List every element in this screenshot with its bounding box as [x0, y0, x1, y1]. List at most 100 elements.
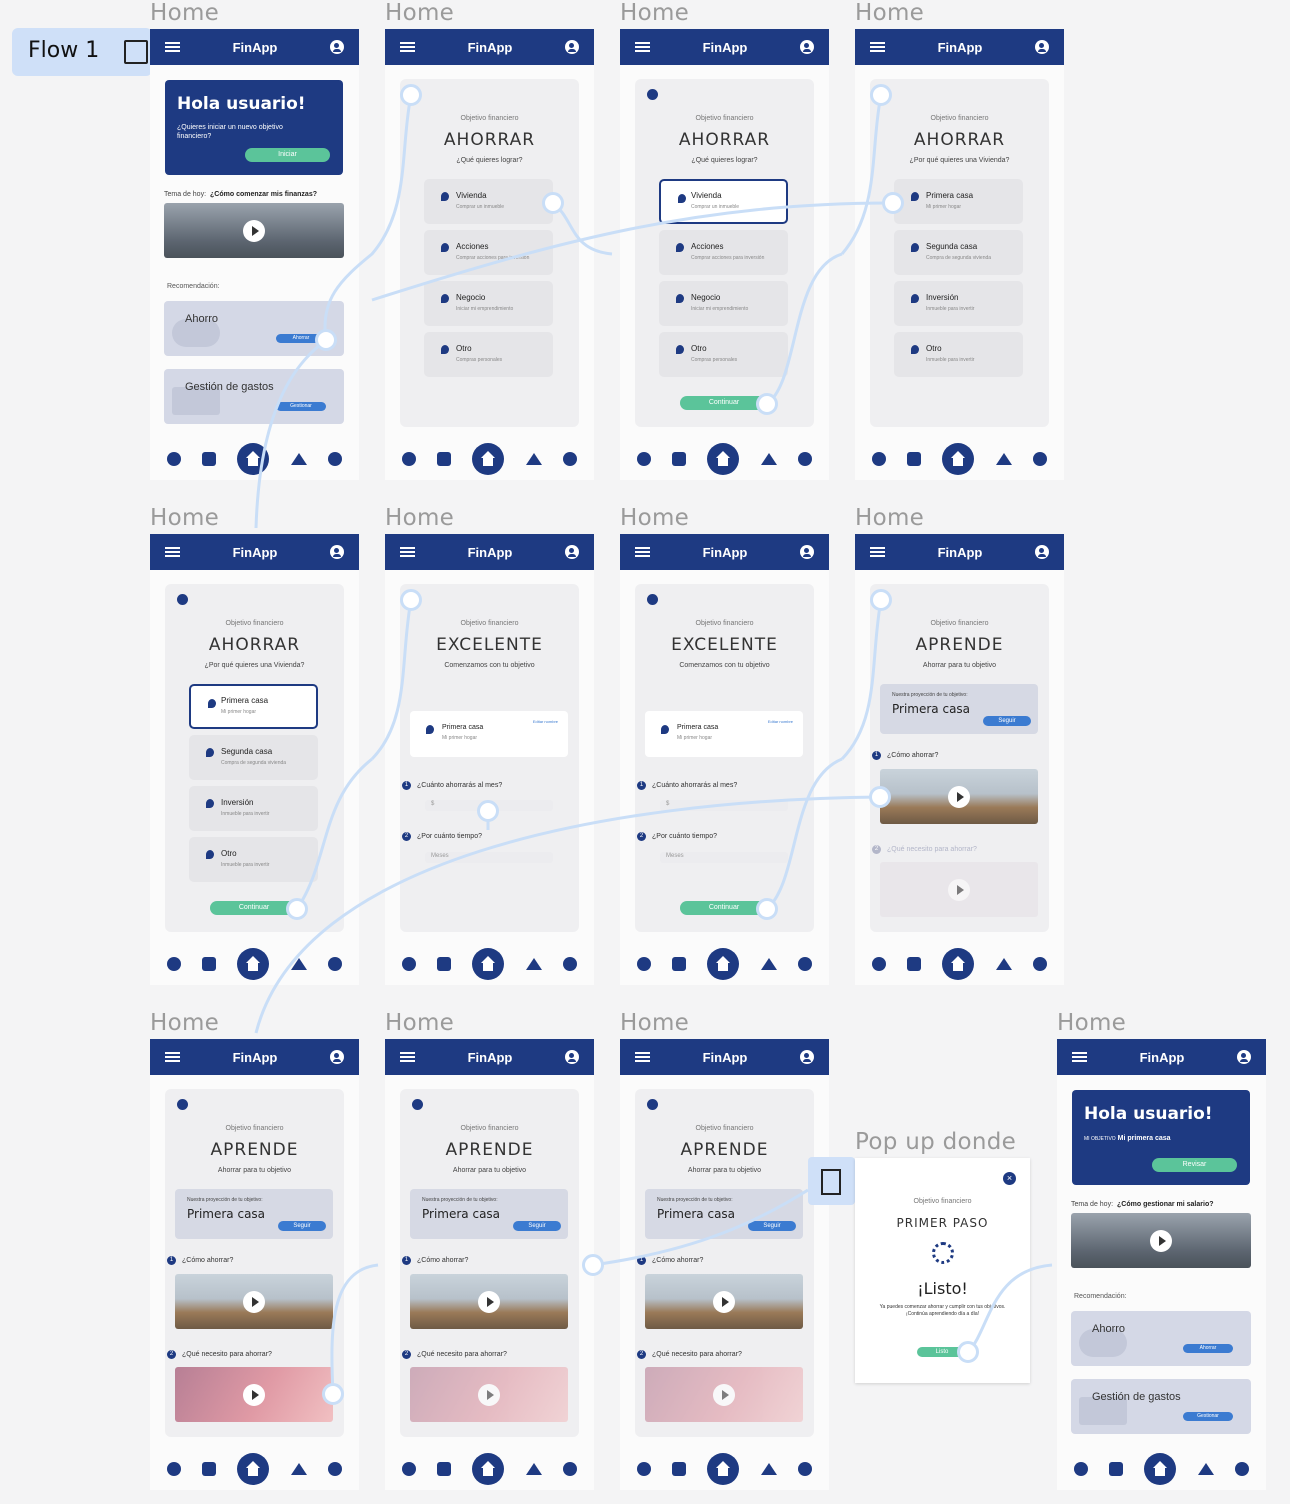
user-icon[interactable]: [1034, 545, 1049, 559]
lightbulb-icon[interactable]: [636, 957, 651, 971]
continue-button[interactable]: Continuar: [680, 901, 768, 915]
video-coins[interactable]: [410, 1274, 568, 1329]
home-icon[interactable]: [237, 1453, 270, 1485]
menu-icon[interactable]: [635, 1052, 650, 1062]
video-piggy[interactable]: [410, 1367, 568, 1422]
flow-hotspot[interactable]: [957, 1341, 979, 1363]
play-icon[interactable]: [948, 785, 970, 808]
manage-button[interactable]: Gestionar: [1183, 1412, 1233, 1421]
flow-hotspot[interactable]: [286, 898, 308, 920]
flow-hotspot[interactable]: [870, 589, 892, 611]
chart-icon[interactable]: [563, 452, 578, 466]
lightbulb-icon[interactable]: [166, 452, 181, 466]
chart-icon[interactable]: [798, 957, 813, 971]
piggy-icon[interactable]: [907, 957, 922, 971]
menu-icon[interactable]: [635, 547, 650, 557]
save-button[interactable]: Ahorrar: [1183, 1344, 1233, 1353]
chart-icon[interactable]: [328, 1462, 343, 1476]
edit-name-link[interactable]: Editar nombre: [768, 719, 793, 724]
scale-icon[interactable]: [290, 453, 307, 465]
monthly-amount-input[interactable]: $: [660, 800, 788, 811]
reco-card-savings[interactable]: Ahorro Ahorrar: [164, 301, 344, 356]
video-piggy[interactable]: [645, 1367, 803, 1422]
follow-button[interactable]: Seguir: [278, 1221, 326, 1231]
back-icon[interactable]: [647, 89, 658, 100]
flow-hotspot[interactable]: [756, 393, 778, 415]
piggy-icon[interactable]: [202, 1462, 217, 1476]
home-icon[interactable]: [472, 1453, 505, 1485]
home-icon[interactable]: [472, 948, 505, 980]
scale-icon[interactable]: [760, 958, 777, 970]
flow-hotspot[interactable]: [870, 84, 892, 106]
chart-icon[interactable]: [328, 452, 343, 466]
chart-icon[interactable]: [563, 957, 578, 971]
menu-icon[interactable]: [870, 42, 885, 52]
user-icon[interactable]: [1034, 40, 1049, 54]
scale-icon[interactable]: [995, 958, 1012, 970]
flow-badge[interactable]: Flow 1: [12, 28, 152, 76]
flow-hotspot[interactable]: [542, 192, 564, 214]
back-icon[interactable]: [177, 594, 188, 605]
flow-hotspot[interactable]: [400, 589, 422, 611]
flow-hotspot[interactable]: [756, 898, 778, 920]
lightbulb-icon[interactable]: [636, 1462, 651, 1476]
piggy-icon[interactable]: [202, 957, 217, 971]
flow-hotspot[interactable]: [582, 1254, 604, 1276]
scale-icon[interactable]: [1197, 1463, 1214, 1475]
option-vivienda[interactable]: Vivienda Comprar un inmueble: [659, 179, 788, 224]
continue-button[interactable]: Continuar: [680, 396, 768, 410]
topic-video[interactable]: [164, 203, 344, 258]
scale-icon[interactable]: [760, 1463, 777, 1475]
home-icon[interactable]: [1144, 1453, 1177, 1485]
play-icon[interactable]: [478, 1290, 500, 1313]
play-icon[interactable]: [1150, 1229, 1172, 1252]
lightbulb-icon[interactable]: [871, 452, 886, 466]
option-segunda-casa[interactable]: Segunda casa Compra de segunda vivienda: [894, 230, 1023, 275]
user-icon[interactable]: [564, 1050, 579, 1064]
scale-icon[interactable]: [290, 958, 307, 970]
scale-icon[interactable]: [525, 1463, 542, 1475]
chart-icon[interactable]: [798, 452, 813, 466]
chart-icon[interactable]: [563, 1462, 578, 1476]
lightbulb-icon[interactable]: [871, 957, 886, 971]
lightbulb-icon[interactable]: [401, 452, 416, 466]
play-icon[interactable]: [243, 1383, 265, 1406]
home-icon[interactable]: [472, 443, 505, 475]
follow-button[interactable]: Seguir: [513, 1221, 561, 1231]
option-otro[interactable]: Otro Compras personales: [659, 332, 788, 377]
lightbulb-icon[interactable]: [166, 1462, 181, 1476]
menu-icon[interactable]: [635, 42, 650, 52]
home-icon[interactable]: [237, 443, 270, 475]
chart-icon[interactable]: [1033, 957, 1048, 971]
lightbulb-icon[interactable]: [401, 957, 416, 971]
option-otro[interactable]: Otro Compras personales: [424, 332, 553, 377]
home-icon[interactable]: [942, 948, 975, 980]
piggy-icon[interactable]: [672, 1462, 687, 1476]
close-icon[interactable]: ×: [1003, 1172, 1016, 1185]
chart-icon[interactable]: [328, 957, 343, 971]
user-icon[interactable]: [1236, 1050, 1251, 1064]
home-icon[interactable]: [707, 948, 740, 980]
user-icon[interactable]: [799, 545, 814, 559]
review-button[interactable]: Revisar: [1152, 1158, 1237, 1172]
chart-icon[interactable]: [1235, 1462, 1250, 1476]
menu-icon[interactable]: [870, 547, 885, 557]
edit-name-link[interactable]: Editar nombre: [533, 719, 558, 724]
user-icon[interactable]: [799, 40, 814, 54]
start-button[interactable]: Iniciar: [245, 148, 330, 162]
lightbulb-icon[interactable]: [166, 957, 181, 971]
play-icon[interactable]: [713, 1290, 735, 1313]
home-icon[interactable]: [707, 1453, 740, 1485]
months-input[interactable]: Meses: [660, 852, 788, 863]
user-icon[interactable]: [329, 1050, 344, 1064]
play-icon[interactable]: [243, 219, 265, 242]
reco-card-expenses[interactable]: Gestión de gastos Gestionar: [164, 369, 344, 424]
play-icon[interactable]: [243, 1290, 265, 1313]
option-segunda-casa[interactable]: Segunda casa Compra de segunda vivienda: [189, 735, 318, 780]
flow-hotspot[interactable]: [315, 329, 337, 351]
months-input[interactable]: Meses: [425, 852, 553, 863]
option-otro[interactable]: Otro Inmueble para invertir: [189, 837, 318, 882]
piggy-icon[interactable]: [437, 1462, 452, 1476]
option-inversion[interactable]: Inversión Inmueble para invertir: [189, 786, 318, 831]
option-negocio[interactable]: Negocio Iniciar mi emprendimiento: [659, 281, 788, 326]
